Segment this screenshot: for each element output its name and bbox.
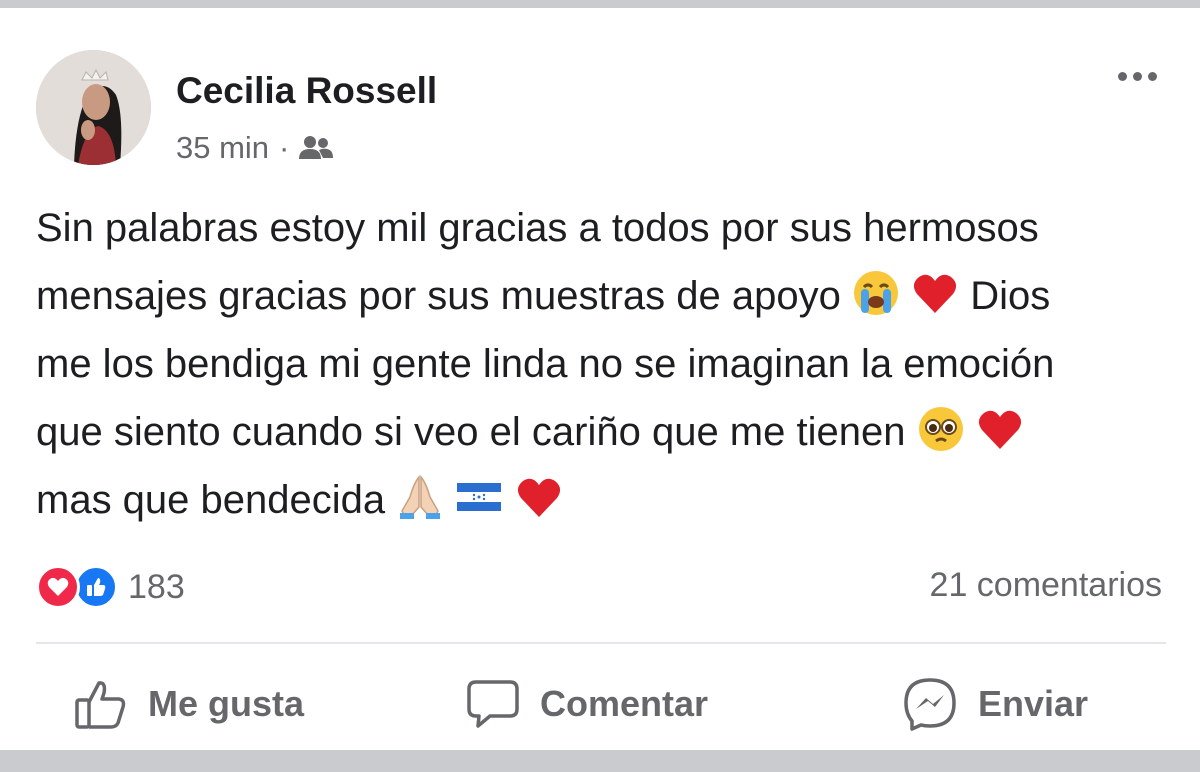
comments-count[interactable]: 21 comentarios <box>930 566 1162 605</box>
love-reaction-icon <box>36 565 80 609</box>
post-line: mensajes gracias por sus muestras de apo… <box>36 262 1176 330</box>
comment-button[interactable]: Comentar <box>466 668 708 740</box>
post-time[interactable]: 35 min <box>176 130 269 166</box>
crying-face-emoji <box>853 271 898 315</box>
red-heart-emoji <box>517 478 560 517</box>
post-line: me los bendiga mi gente linda no se imag… <box>36 342 1055 386</box>
post-line: Sin palabras estoy mil gracias a todos p… <box>36 206 1039 250</box>
post-card: Cecilia Rossell 35 min · Sin palabras es… <box>0 8 1200 750</box>
send-button[interactable]: Enviar <box>902 668 1088 740</box>
action-bar: Me gusta Comentar Enviar <box>0 668 1200 740</box>
send-label: Enviar <box>978 683 1089 724</box>
post-line: mas que bendecida <box>36 466 1176 534</box>
folded-hands-emoji <box>400 474 441 519</box>
post-meta: 35 min · <box>176 130 334 166</box>
pleading-face-emoji <box>918 407 963 451</box>
author-name[interactable]: Cecilia Rossell <box>176 70 437 112</box>
like-reaction-icon <box>74 565 118 609</box>
divider <box>36 642 1166 644</box>
more-options-icon[interactable] <box>1118 72 1157 81</box>
reaction-count: 183 <box>128 567 185 606</box>
like-label: Me gusta <box>148 683 305 724</box>
comment-label: Comentar <box>540 683 709 724</box>
post-text: Sin palabras estoy mil gracias a todos p… <box>36 194 1176 534</box>
avatar-photo <box>36 50 151 165</box>
thumbs-up-icon <box>75 681 126 729</box>
messenger-icon <box>904 678 956 731</box>
comment-icon <box>467 680 519 728</box>
red-heart-emoji <box>914 274 957 313</box>
reaction-summary[interactable]: 183 <box>36 564 185 610</box>
post-line: que siento cuando si veo el cariño que m… <box>36 398 1176 466</box>
meta-separator: · <box>279 130 290 165</box>
friends-icon[interactable] <box>299 135 334 161</box>
feed-background <box>0 750 1200 772</box>
red-heart-emoji <box>978 410 1021 449</box>
avatar[interactable] <box>36 50 151 165</box>
honduras-flag-emoji <box>457 483 502 511</box>
like-button[interactable]: Me gusta <box>74 668 304 740</box>
